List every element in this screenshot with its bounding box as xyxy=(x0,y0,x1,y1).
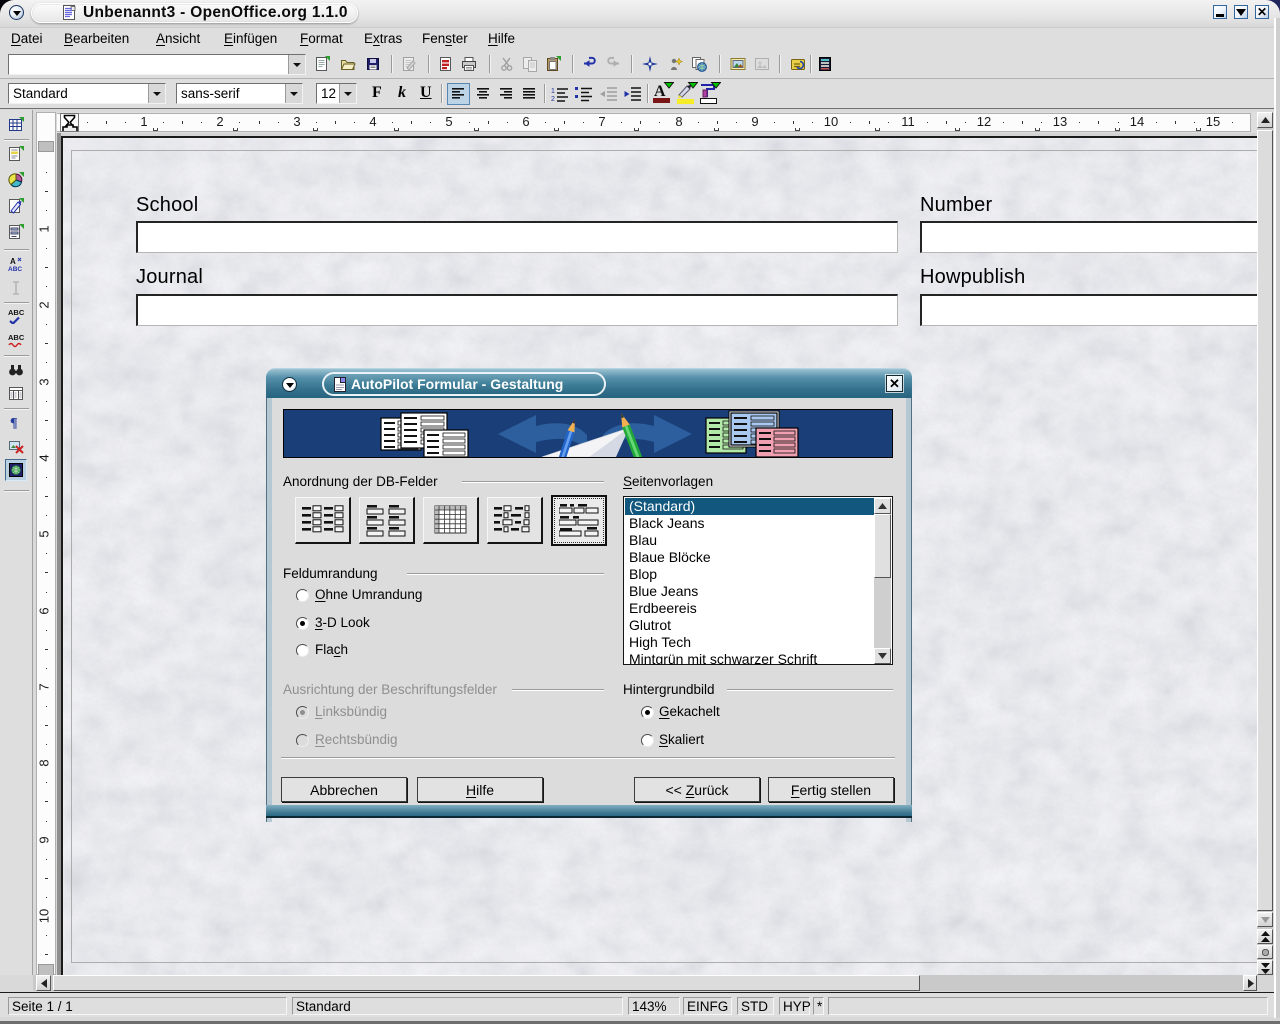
svg-text:ABC: ABC xyxy=(8,266,22,272)
svg-text:2: 2 xyxy=(551,96,555,102)
svg-text:A: A xyxy=(10,257,16,266)
svg-text:¶: ¶ xyxy=(10,416,18,430)
svg-text:ABC: ABC xyxy=(8,333,24,342)
svg-text:A: A xyxy=(654,83,666,100)
svg-text:ABC: ABC xyxy=(8,308,24,317)
svg-text:1: 1 xyxy=(551,88,555,95)
